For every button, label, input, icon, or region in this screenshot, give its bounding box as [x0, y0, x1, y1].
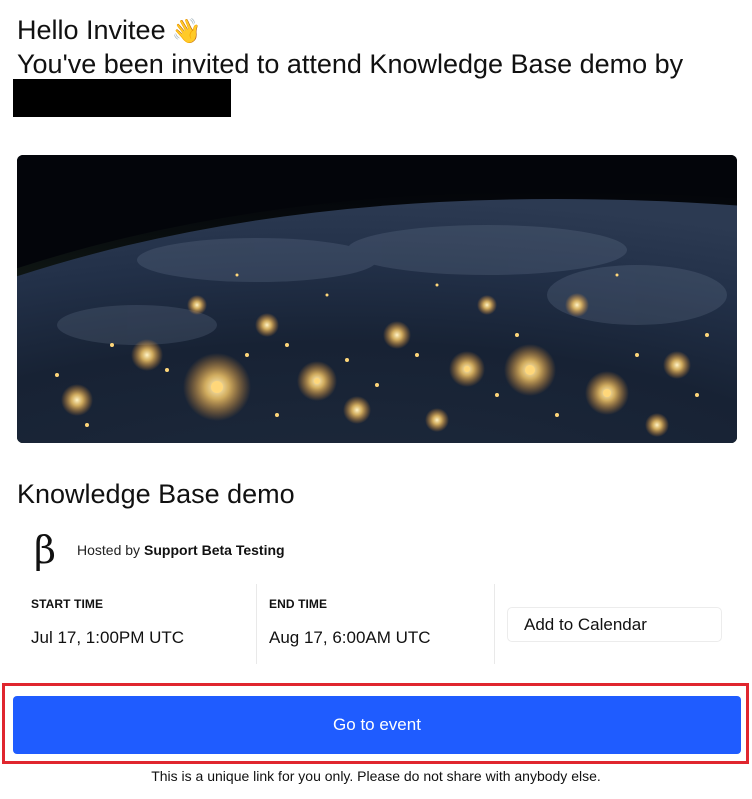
go-to-event-button[interactable]: Go to event	[13, 696, 741, 754]
waving-hand-icon: 👋	[171, 18, 202, 45]
host-row: β Hosted by Support Beta Testing	[31, 526, 285, 574]
start-time-block: START TIME Jul 17, 1:00PM UTC	[31, 584, 255, 664]
end-time-label: END TIME	[269, 597, 328, 611]
time-divider	[494, 584, 495, 664]
event-title: Knowledge Base demo	[17, 479, 295, 509]
unique-link-note: This is a unique link for you only. Plea…	[151, 768, 601, 784]
end-time-value: Aug 17, 6:00AM UTC	[269, 628, 431, 647]
host-name: Support Beta Testing	[144, 542, 285, 558]
invite-page: Hello Invitee 👋 You've been invited to at…	[0, 0, 752, 799]
host-logo-icon: β	[34, 528, 56, 572]
start-time-value: Jul 17, 1:00PM UTC	[31, 628, 185, 647]
host-text: Hosted by Support Beta Testing	[77, 542, 285, 558]
start-time-label: START TIME	[31, 597, 104, 611]
invite-text: You've been invited to attend Knowledge …	[17, 49, 684, 79]
greeting-hello: Hello Invitee	[17, 15, 166, 45]
add-to-calendar-button[interactable]: Add to Calendar	[507, 607, 722, 642]
greeting-hello-line: Hello Invitee 👋	[17, 14, 747, 48]
time-divider	[256, 584, 257, 664]
end-time-block: END TIME Aug 17, 6:00AM UTC	[269, 584, 493, 664]
host-prefix: Hosted by	[77, 542, 141, 558]
greeting-heading: Hello Invitee 👋 You've been invited to at…	[17, 14, 747, 81]
earth-at-night-image	[17, 155, 737, 443]
redacted-host-name	[13, 79, 231, 117]
